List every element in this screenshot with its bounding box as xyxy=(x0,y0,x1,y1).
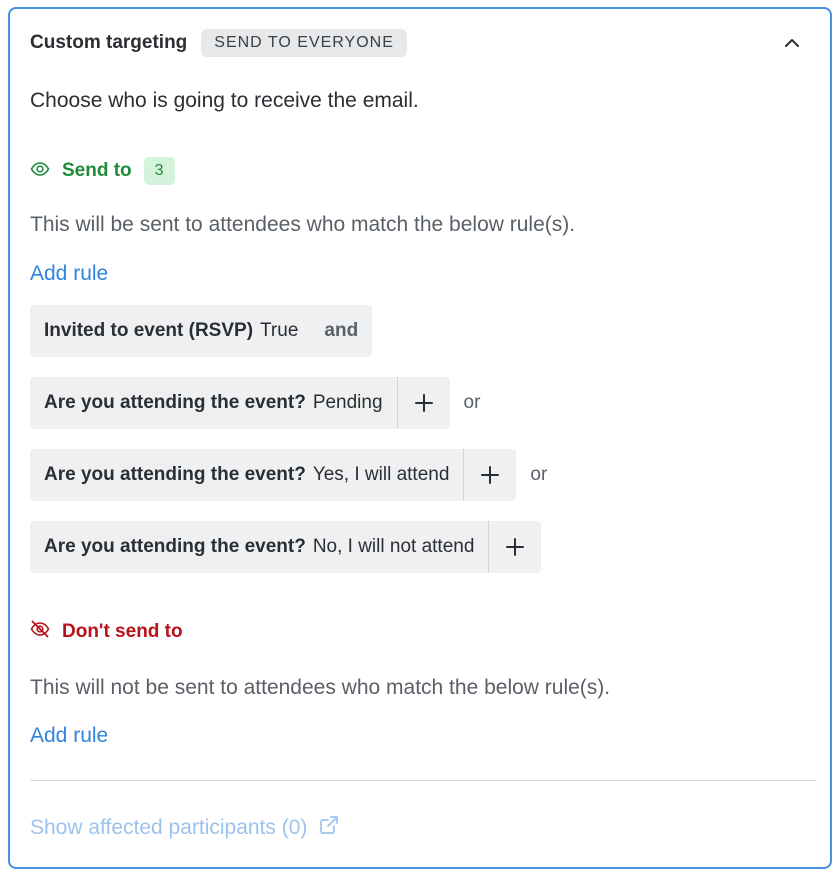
rule-joiner: or xyxy=(463,392,481,413)
rule-field: Are you attending the event? xyxy=(44,536,306,557)
rule-chip-body[interactable]: Invited to event (RSVP) True and xyxy=(30,305,373,357)
dont-send-to-description: This will not be sent to attendees who m… xyxy=(30,676,611,699)
dont-send-to-header: Don't send to xyxy=(30,619,183,644)
rule-value: No, I will not attend xyxy=(312,536,475,557)
dont-send-to-add-rule-link[interactable]: Add rule xyxy=(30,724,108,748)
plus-icon xyxy=(481,466,500,484)
rule-chip[interactable]: Invited to event (RSVP) True and xyxy=(30,305,373,357)
add-or-condition-button[interactable] xyxy=(396,377,450,429)
rule-field: Are you attending the event? xyxy=(44,464,306,485)
panel-description: Choose who is going to receive the email… xyxy=(30,89,419,112)
rule-chip-body[interactable]: Are you attending the event? Yes, I will… xyxy=(30,449,464,501)
rule-value: Yes, I will attend xyxy=(312,464,450,485)
status-badge: SEND TO EVERYONE xyxy=(201,29,407,57)
rule-chip[interactable]: Are you attending the event? Yes, I will… xyxy=(30,449,547,501)
rule-chip-body[interactable]: Are you attending the event? No, I will … xyxy=(30,521,489,573)
show-affected-participants-label: Show affected participants (0) xyxy=(30,816,308,839)
panel-title: Custom targeting xyxy=(30,32,188,53)
send-to-header: Send to 3 xyxy=(30,157,175,185)
external-link-icon xyxy=(307,815,339,841)
rule-joiner: and xyxy=(324,320,359,341)
show-affected-participants-link[interactable]: Show affected participants (0) xyxy=(30,815,339,841)
panel-header[interactable]: Custom targeting SEND TO EVERYONE xyxy=(30,27,810,59)
send-to-description: This will be sent to attendees who match… xyxy=(30,213,576,236)
rule-chip[interactable]: Are you attending the event? Pending or xyxy=(30,377,480,429)
custom-targeting-panel: Custom targeting SEND TO EVERYONE Choose… xyxy=(8,7,832,869)
rule-chip[interactable]: Are you attending the event? No, I will … xyxy=(30,521,542,573)
rule-field: Invited to event (RSVP) xyxy=(44,320,254,341)
eye-slash-icon xyxy=(30,619,50,644)
add-or-condition-button[interactable] xyxy=(488,521,542,573)
divider xyxy=(30,780,816,781)
rule-value: Pending xyxy=(312,392,383,413)
send-to-add-rule-link[interactable]: Add rule xyxy=(30,262,108,286)
chevron-up-icon[interactable] xyxy=(778,29,806,57)
rule-field: Are you attending the event? xyxy=(44,392,306,413)
dont-send-to-label: Don't send to xyxy=(62,620,183,642)
rule-chip-body[interactable]: Are you attending the event? Pending xyxy=(30,377,397,429)
rule-joiner: or xyxy=(530,464,548,485)
eye-icon xyxy=(30,159,50,184)
send-to-count-badge: 3 xyxy=(143,157,175,185)
send-to-label: Send to xyxy=(62,160,132,181)
rule-value: True xyxy=(260,320,299,341)
add-or-condition-button[interactable] xyxy=(463,449,517,501)
plus-icon xyxy=(414,394,433,412)
plus-icon xyxy=(506,538,525,556)
